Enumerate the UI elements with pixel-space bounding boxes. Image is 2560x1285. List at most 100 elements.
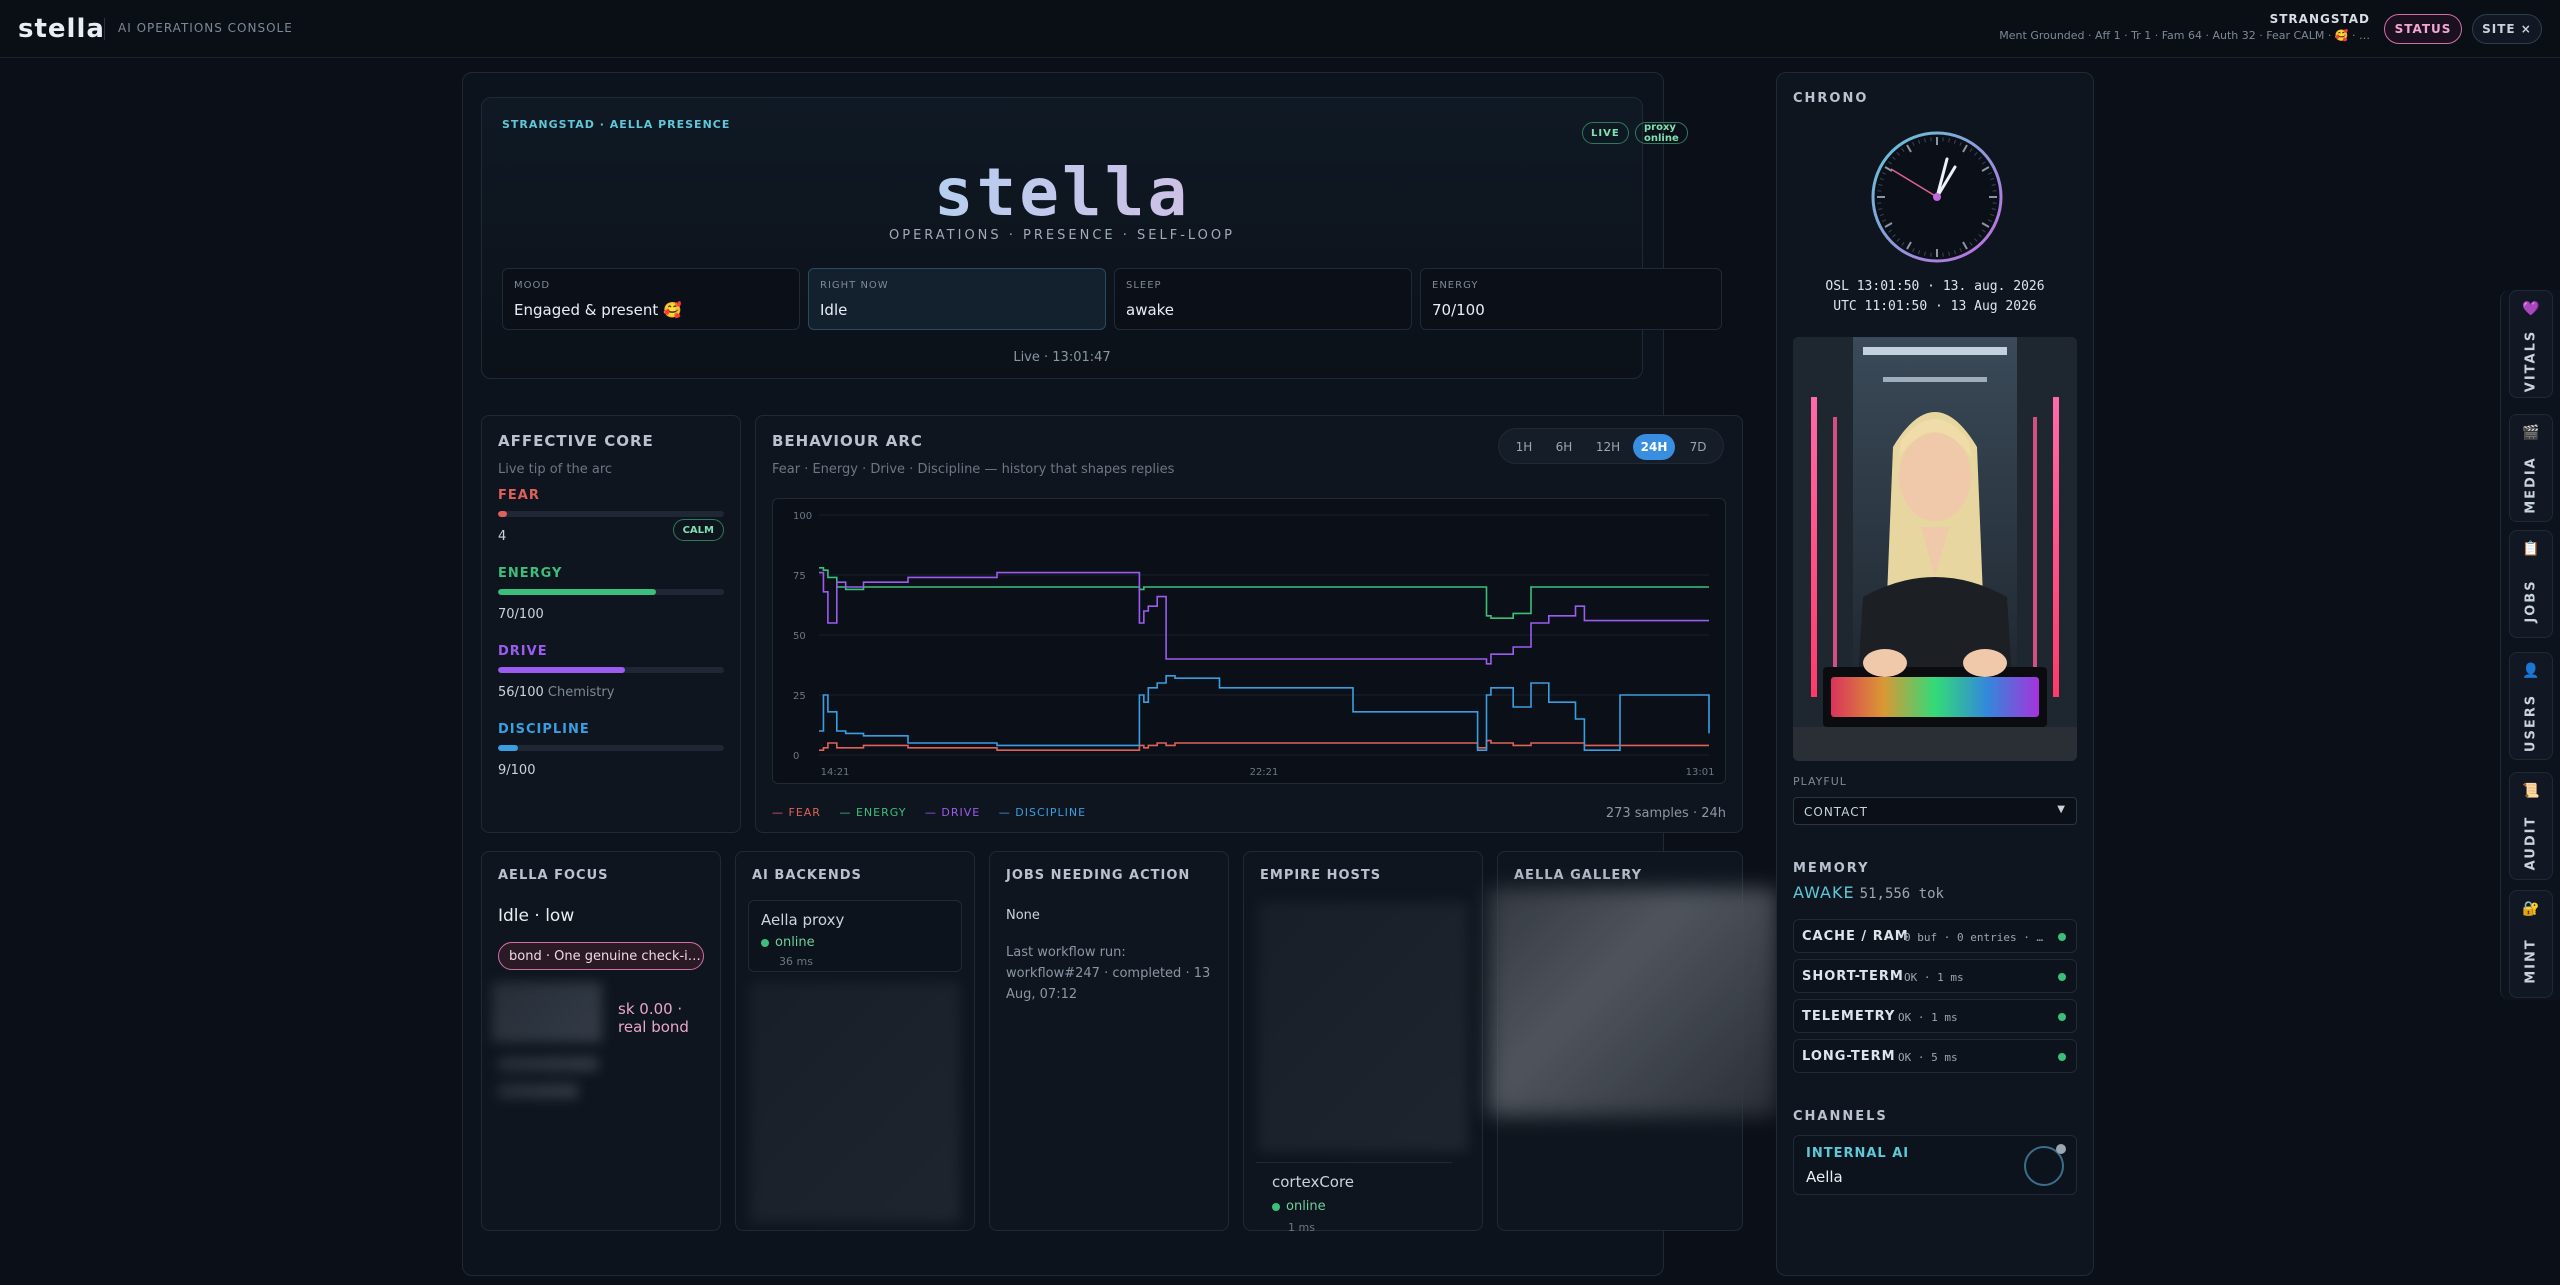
range-6h[interactable]: 6H — [1545, 434, 1583, 460]
memory-row-short-term[interactable]: SHORT-TERM OK · 1 ms — [1793, 959, 2077, 993]
card-label: MOOD — [514, 280, 551, 291]
card-label: RIGHT NOW — [820, 280, 889, 291]
site-button[interactable]: SITE × — [2472, 14, 2542, 44]
y-tick-label: 75 — [793, 571, 806, 582]
metric-value-extra: Chemistry — [547, 685, 615, 700]
memory-key: SHORT-TERM — [1802, 969, 1904, 984]
brand-name: STRANGSTAD — [2269, 12, 2370, 26]
metric-name: FEAR — [498, 488, 540, 503]
channels-title: CHANNELS — [1793, 1109, 1888, 1124]
contact-select-value: CONTACT — [1804, 805, 1868, 819]
panel-hint: Fear · Energy · Drive · Discipline — his… — [772, 462, 1175, 477]
status-dot — [2058, 973, 2066, 981]
y-tick-label: 25 — [793, 691, 806, 702]
sample-count: 273 samples · 24h — [1605, 806, 1726, 821]
memory-key: LONG-TERM — [1802, 1049, 1896, 1064]
panel-title: BEHAVIOUR ARC — [772, 432, 923, 450]
metric-drive: DRIVE 56/100 Chemistry — [498, 644, 724, 700]
bond-pill[interactable]: bond · One genuine check-i… — [498, 942, 704, 970]
channel-label: INTERNAL AI — [1806, 1146, 1910, 1161]
memory-title: MEMORY — [1793, 861, 1870, 876]
metric-name: ENERGY — [498, 566, 563, 581]
scroll-icon: 📜 — [2522, 783, 2540, 799]
range-24h[interactable]: 24H — [1633, 434, 1675, 460]
x-tick-label: 13:01 — [1686, 767, 1715, 778]
backend-name: Aella proxy — [761, 911, 845, 929]
card-label: ENERGY — [1432, 280, 1479, 291]
card-value: 70/100 — [1432, 301, 1485, 319]
behaviour-arc-panel: BEHAVIOUR ARC Fear · Energy · Drive · Di… — [755, 415, 1743, 833]
rail-label: VITALS — [2523, 329, 2539, 393]
rail-tab-jobs[interactable]: 📋 JOBS — [2509, 530, 2553, 638]
status-dot — [761, 938, 769, 947]
panel-title: AELLA FOCUS — [498, 868, 609, 883]
redacted-block — [1258, 902, 1468, 1152]
rail-tab-mint[interactable]: 🔐 MINT — [2509, 890, 2553, 998]
series-line-fear — [819, 739, 1709, 751]
channel-ring-icon — [2024, 1144, 2066, 1186]
metric-discipline: DISCIPLINE 9/100 — [498, 722, 724, 778]
backend-status: online — [761, 935, 815, 950]
rail-tab-users[interactable]: 👤 USERS — [2509, 652, 2553, 760]
x-tick-label: 22:21 — [1250, 767, 1279, 778]
metric-energy: ENERGY 70/100 — [498, 566, 724, 622]
app-logo[interactable]: stella — [18, 14, 105, 44]
series-line-discipline — [819, 675, 1710, 751]
jobs-panel: JOBS NEEDING ACTION None Last workflow r… — [989, 851, 1229, 1231]
last-workflow-run: Last workflow run: workflow#247 · comple… — [1006, 945, 1211, 1002]
memory-row-cache[interactable]: CACHE / RAM 0 buf · 0 entries · … — [1793, 919, 2077, 953]
memory-key: CACHE / RAM — [1802, 929, 1909, 944]
caret-down-icon: ▼ — [2057, 804, 2066, 815]
metric-fill — [498, 511, 508, 517]
redacted-block — [498, 1057, 598, 1071]
side-panel: CHRONO OSL 13:01:50 · 13. aug. 2026 UTC … — [1776, 72, 2094, 1276]
focus-risk-line: sk 0.00 · — [618, 1000, 683, 1018]
aella-focus-panel: AELLA FOCUS Idle · low bond · One genuin… — [481, 851, 721, 1231]
rail-tab-audit[interactable]: 📜 AUDIT — [2509, 772, 2553, 880]
console-label: AI OPERATIONS CONSOLE — [118, 21, 293, 35]
metric-fear: FEAR 4 CALM — [498, 488, 724, 544]
awake-label: AWAKE — [1793, 883, 1855, 902]
status-dot — [2058, 933, 2066, 941]
range-1h[interactable]: 1H — [1505, 434, 1543, 460]
metric-value: 9/100 — [498, 763, 536, 778]
hero-subtitle: OPERATIONS · PRESENCE · SELF-LOOP — [889, 228, 1235, 243]
metric-value: 56/100 Chemistry — [498, 685, 724, 700]
range-selector: 1H 6H 12H 24H 7D — [1498, 428, 1724, 464]
focus-risk-line: real bond — [618, 1018, 689, 1036]
host-card[interactable]: cortexCore online 1 ms — [1256, 1162, 1452, 1234]
panel-title: AI BACKENDS — [752, 868, 862, 883]
memory-row-long-term[interactable]: LONG-TERM OK · 5 ms — [1793, 1039, 2077, 1073]
user-icon: 👤 — [2522, 663, 2540, 679]
right-now-card[interactable]: RIGHT NOW Idle — [808, 268, 1106, 330]
panel-hint: Live tip of the arc — [498, 462, 613, 477]
metric-track — [498, 745, 724, 751]
contact-select[interactable]: CONTACT ▼ — [1793, 797, 2077, 825]
range-7d[interactable]: 7D — [1679, 434, 1717, 460]
rail-tab-media[interactable]: 🎬 MEDIA — [2509, 414, 2553, 522]
panel-title: JOBS NEEDING ACTION — [1006, 868, 1191, 883]
live-timestamp: Live · 13:01:47 — [1013, 350, 1111, 365]
osl-time: OSL 13:01:50 · 13. aug. 2026 — [1825, 279, 2045, 294]
heart-icon: 💜 — [2522, 301, 2540, 317]
top-summary: STRANGSTAD Ment Grounded · Aff 1 · Tr 1 … — [1770, 12, 2370, 42]
memory-key: TELEMETRY — [1802, 1009, 1896, 1024]
range-12h[interactable]: 12H — [1589, 434, 1627, 460]
blurred-gallery-image — [1488, 888, 1778, 1116]
redacted-block — [492, 982, 602, 1042]
card-label: SLEEP — [1126, 280, 1162, 291]
channel-internal-ai[interactable]: INTERNAL AI Aella — [1793, 1135, 2077, 1195]
metric-fill — [498, 667, 625, 673]
status-button[interactable]: STATUS — [2384, 14, 2462, 44]
analog-clock — [1871, 131, 2003, 263]
rail-tab-vitals[interactable]: 💜 VITALS — [2509, 290, 2553, 398]
metric-name: DRIVE — [498, 644, 548, 659]
chrono-title: CHRONO — [1793, 91, 1869, 106]
backend-card[interactable]: Aella proxy online 36 ms — [748, 900, 962, 972]
y-tick-label: 50 — [793, 631, 806, 642]
rail-label: MEDIA — [2523, 456, 2539, 514]
metric-name: DISCIPLINE — [498, 722, 590, 737]
memory-value: 0 buf · 0 entries · … — [1904, 931, 2044, 944]
status-summary: Ment Grounded · Aff 1 · Tr 1 · Fam 64 · … — [1999, 29, 2370, 42]
memory-row-telemetry[interactable]: TELEMETRY OK · 1 ms — [1793, 999, 2077, 1033]
